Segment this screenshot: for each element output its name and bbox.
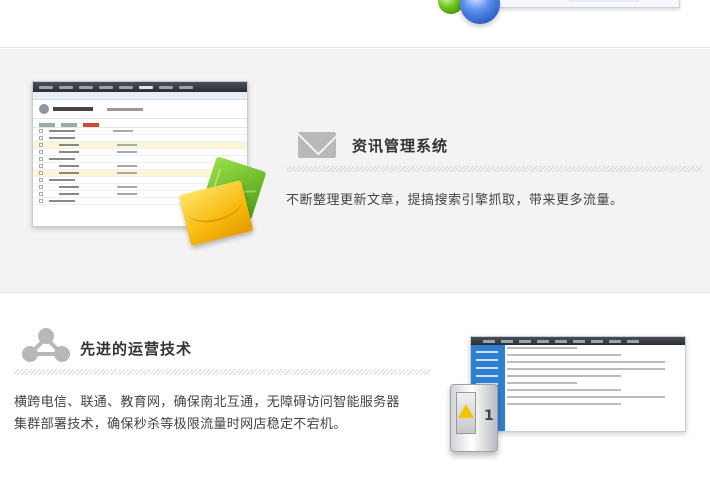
- info-management-section: 资讯管理系统 不断整理更新文章，提搞搜索引擎抓取，带来更多流量。: [0, 49, 710, 293]
- screenshot-row: [33, 128, 247, 135]
- top-strip: [0, 0, 710, 48]
- tech-section: 先进的运营技术 横跨电信、联通、教育网，确保南北互通，无障碍访问智能服务器 集群…: [0, 294, 710, 477]
- info-management-description: 不断整理更新文章，提搞搜索引擎抓取，带来更多流量。: [286, 193, 624, 208]
- divider: [14, 369, 430, 375]
- balls-illustration: [436, 0, 506, 34]
- yellow-envelope-icon: [178, 180, 254, 246]
- tech-description-line: 横跨电信、联通、教育网，确保南北互通，无障碍访问智能服务器: [14, 395, 400, 410]
- screenshot-menubar: [471, 337, 685, 345]
- admin-screenshot: [470, 336, 686, 432]
- envelopes-illustration: [178, 156, 267, 249]
- tech-title: 先进的运营技术: [80, 340, 193, 358]
- tech-description-line: 集群部署技术，确保秒杀等极限流量时网店稳定不宕机。: [14, 417, 347, 432]
- server-icon: 1: [446, 382, 502, 456]
- tech-description: 横跨电信、联通、教育网，确保南北互通，无障碍访问智能服务器 集群部署技术，确保秒…: [14, 392, 434, 436]
- screenshot-content: [507, 347, 683, 429]
- envelope-icon: [298, 132, 336, 158]
- blue-ball-icon: [460, 0, 500, 24]
- page: 资讯管理系统 不断整理更新文章，提搞搜索引擎抓取，带来更多流量。 先进的运营技术…: [0, 0, 710, 477]
- screenshot-row: [33, 135, 247, 142]
- screenshot-row: [33, 149, 247, 156]
- screenshot-toolbar: [33, 118, 247, 128]
- info-management-title: 资讯管理系统: [352, 137, 449, 155]
- screenshot-row: [33, 142, 247, 149]
- divider: [286, 166, 702, 172]
- warning-icon: [458, 404, 474, 418]
- network-icon: [22, 328, 70, 362]
- screenshot-menubar: [33, 82, 247, 92]
- screenshot-title: [33, 100, 247, 118]
- screenshot-breadcrumb: [33, 92, 247, 100]
